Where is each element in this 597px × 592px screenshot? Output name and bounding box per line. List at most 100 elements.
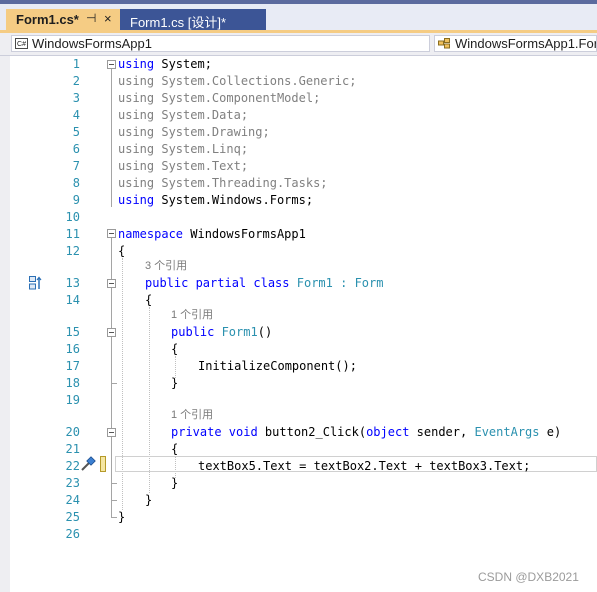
line-number: 14 bbox=[65, 293, 80, 307]
namespace-text: System.Text; bbox=[154, 159, 249, 173]
namespace-text: System.Drawing; bbox=[154, 125, 270, 139]
codelens-references[interactable]: 1 个引用 bbox=[171, 408, 213, 422]
brace: } bbox=[118, 510, 126, 524]
close-icon[interactable]: × bbox=[104, 11, 112, 26]
line-number: 22 bbox=[65, 459, 80, 473]
punctuation: : bbox=[332, 276, 355, 290]
namespace-text: System.ComponentModel; bbox=[154, 91, 321, 105]
keyword: using bbox=[118, 193, 155, 207]
keyword: using bbox=[118, 91, 155, 105]
line-number: 9 bbox=[72, 193, 80, 207]
line-number: 13 bbox=[65, 276, 80, 290]
document-tab-bar: Form1.cs* ⊣ × Form1.cs [设计]* bbox=[0, 0, 597, 33]
line-number: 2 bbox=[72, 74, 80, 88]
brace: } bbox=[171, 476, 179, 490]
outline-line bbox=[111, 69, 112, 207]
line-number: 15 bbox=[65, 325, 80, 339]
code-line: { bbox=[171, 441, 178, 457]
statement: textBox5.Text = textBox2.Text + textBox3… bbox=[198, 459, 531, 473]
namespace-text: System.Linq; bbox=[154, 142, 249, 156]
class-icon bbox=[438, 38, 450, 49]
namespace-text: System.Threading.Tasks; bbox=[154, 176, 328, 190]
line-number: 10 bbox=[65, 210, 80, 224]
keyword: using bbox=[118, 57, 155, 71]
parameter: sender, bbox=[409, 425, 475, 439]
code-line: namespace WindowsFormsApp1 bbox=[118, 226, 306, 242]
tab-label: Form1.cs* bbox=[16, 12, 79, 27]
outline-end bbox=[111, 383, 117, 384]
line-number: 17 bbox=[65, 359, 80, 373]
tab-bar-accent bbox=[0, 0, 597, 4]
project-dropdown[interactable]: C# WindowsFormsApp1 bbox=[11, 35, 430, 52]
line-number: 16 bbox=[65, 342, 80, 356]
class-dropdown[interactable]: WindowsFormsApp1.For bbox=[434, 35, 597, 52]
line-number: 23 bbox=[65, 476, 80, 490]
code-line: using System.Collections.Generic; bbox=[118, 73, 356, 89]
tab-form1-cs[interactable]: Form1.cs* ⊣ × bbox=[6, 9, 120, 30]
code-line: using System.Data; bbox=[118, 107, 248, 123]
indent-guide bbox=[122, 258, 123, 510]
brace: { bbox=[171, 342, 179, 356]
pin-icon[interactable]: ⊣ bbox=[86, 11, 96, 25]
line-number: 18 bbox=[65, 376, 80, 390]
codelens-references[interactable]: 1 个引用 bbox=[171, 308, 213, 322]
line-number: 21 bbox=[65, 442, 80, 456]
keyword: public bbox=[145, 276, 189, 290]
code-line: { bbox=[118, 243, 125, 259]
line-number: 7 bbox=[72, 159, 80, 173]
line-number: 24 bbox=[65, 493, 80, 507]
outline-end bbox=[111, 517, 117, 518]
code-line: using System.Threading.Tasks; bbox=[118, 175, 328, 191]
keyword: void bbox=[221, 425, 258, 439]
brace: { bbox=[145, 293, 153, 307]
tab-label: Form1.cs [设计]* bbox=[130, 15, 227, 30]
line-number: 3 bbox=[72, 91, 80, 105]
keyword: private bbox=[171, 425, 222, 439]
brace: } bbox=[145, 493, 153, 507]
code-line: } bbox=[171, 475, 178, 491]
line-number: 5 bbox=[72, 125, 80, 139]
code-line: using System.ComponentModel; bbox=[118, 90, 320, 106]
code-line: } bbox=[118, 509, 125, 525]
collapse-icon[interactable] bbox=[107, 428, 116, 437]
brace: { bbox=[171, 442, 179, 456]
type-name: Form bbox=[354, 276, 384, 290]
code-line: using System.Text; bbox=[118, 158, 248, 174]
codelens-references[interactable]: 3 个引用 bbox=[145, 259, 187, 273]
type-name: EventArgs bbox=[474, 425, 540, 439]
editor-left-margin bbox=[0, 56, 10, 592]
keyword: using bbox=[118, 142, 155, 156]
project-name: WindowsFormsApp1 bbox=[32, 36, 152, 51]
keyword: public bbox=[171, 325, 215, 339]
keyword: using bbox=[118, 159, 155, 173]
outline-end bbox=[111, 500, 117, 501]
code-line: textBox5.Text = textBox2.Text + textBox3… bbox=[198, 458, 530, 474]
collapse-icon[interactable] bbox=[107, 229, 116, 238]
line-number: 4 bbox=[72, 108, 80, 122]
code-line: } bbox=[145, 492, 152, 508]
line-number: 6 bbox=[72, 142, 80, 156]
keyword: using bbox=[118, 108, 155, 122]
code-line: using System.Drawing; bbox=[118, 124, 270, 140]
collapse-icon[interactable] bbox=[107, 60, 116, 69]
tab-form1-designer[interactable]: Form1.cs [设计]* bbox=[120, 9, 266, 30]
namespace-text: System; bbox=[154, 57, 212, 71]
navigation-bar: C# WindowsFormsApp1 WindowsFormsApp1.For bbox=[0, 33, 597, 56]
line-number: 1 bbox=[72, 57, 80, 71]
brace: { bbox=[118, 244, 126, 258]
code-line: using System.Windows.Forms; bbox=[118, 192, 313, 208]
punctuation: () bbox=[257, 325, 273, 339]
type-name: Form1 bbox=[214, 325, 258, 339]
quick-action-screwdriver-icon[interactable] bbox=[80, 456, 96, 472]
code-line: } bbox=[171, 375, 178, 391]
watermark: CSDN @DXB2021 bbox=[478, 570, 579, 584]
line-number: 19 bbox=[65, 393, 80, 407]
keyword: using bbox=[118, 176, 155, 190]
collapse-icon[interactable] bbox=[107, 328, 116, 337]
implemented-in-other-file-icon[interactable] bbox=[29, 276, 42, 290]
csharp-project-icon: C# bbox=[15, 38, 28, 49]
collapse-icon[interactable] bbox=[107, 279, 116, 288]
keyword: using bbox=[118, 125, 155, 139]
line-number: 11 bbox=[65, 227, 80, 241]
keyword: partial bbox=[188, 276, 247, 290]
